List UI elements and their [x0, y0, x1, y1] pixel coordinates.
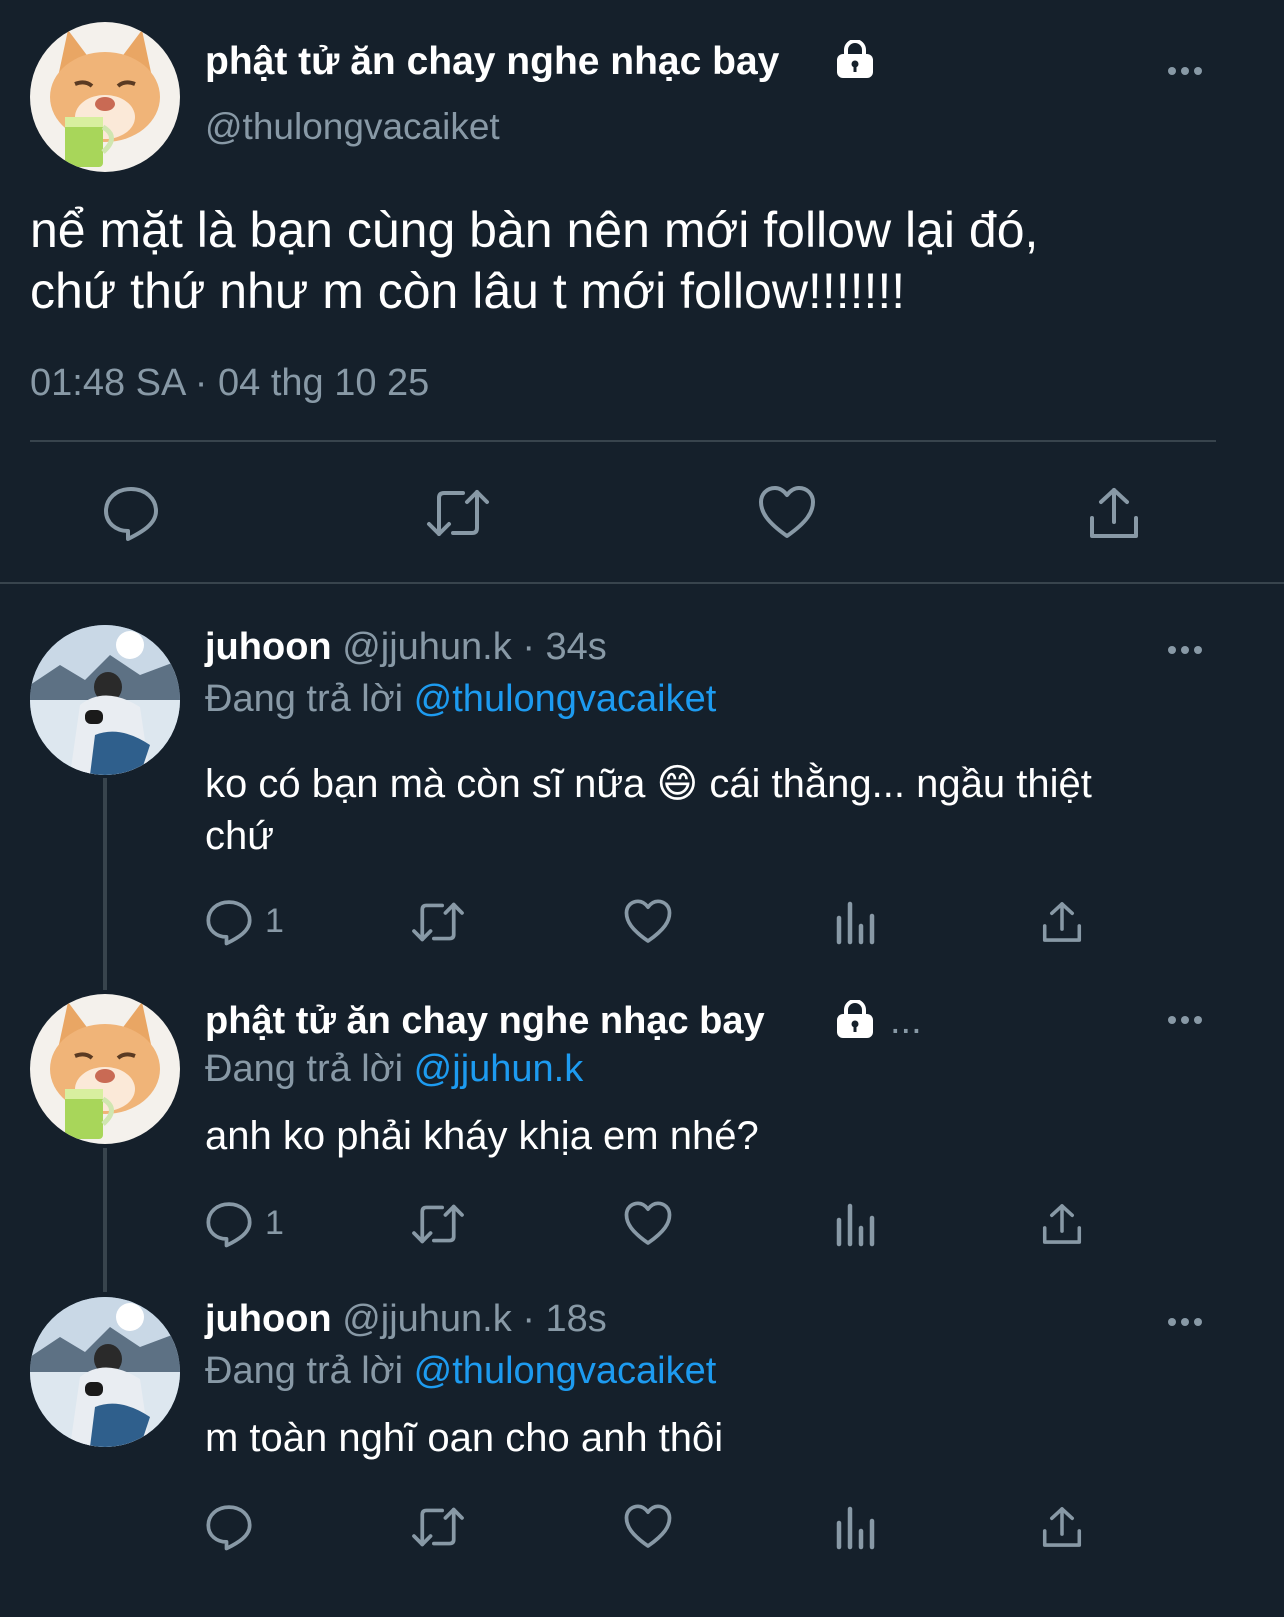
- reply-action-bar: [205, 1503, 1105, 1551]
- analytics-icon[interactable]: [835, 1200, 875, 1248]
- reply-header: phật tử ăn chay nghe nhạc bay: [205, 1000, 765, 1043]
- thread-line: [103, 778, 107, 990]
- share-icon[interactable]: [1040, 898, 1084, 946]
- reply-text: anh ko phải kháy khịa em nhé?: [205, 1114, 759, 1158]
- more-options-icon[interactable]: [1168, 1318, 1202, 1326]
- retweet-icon[interactable]: [410, 1200, 466, 1248]
- main-tweet-avatar[interactable]: [30, 22, 180, 172]
- analytics-icon[interactable]: [835, 1503, 875, 1551]
- lock-icon: [835, 1000, 875, 1040]
- main-tweet-text: nể mặt là bạn cùng bàn nên mới follow lạ…: [30, 202, 1039, 319]
- mention-link[interactable]: @jjuhun.k: [414, 1048, 584, 1090]
- reply-icon[interactable]: [205, 1503, 253, 1551]
- reply-display-name[interactable]: juhoon: [205, 626, 332, 668]
- reply-text: m toàn nghĩ oan cho anh thôi: [205, 1416, 724, 1460]
- more-options-icon[interactable]: [1168, 67, 1202, 75]
- more-options-icon[interactable]: [1168, 1016, 1202, 1024]
- replying-to: Đang trả lời @jjuhun.k: [205, 1048, 584, 1090]
- reply-count: 1: [265, 1204, 284, 1242]
- reply-icon[interactable]: [205, 898, 253, 946]
- reply-count: 1: [265, 902, 284, 940]
- retweet-icon[interactable]: [410, 1503, 466, 1551]
- replying-to: Đang trả lời @thulongvacaiket: [205, 1350, 717, 1392]
- reply-handle[interactable]: @jjuhun.k: [342, 626, 512, 668]
- main-tweet-display-name[interactable]: phật tử ăn chay nghe nhạc bay: [205, 40, 779, 84]
- reply-avatar[interactable]: [30, 994, 180, 1144]
- analytics-icon[interactable]: [835, 898, 875, 946]
- retweet-icon[interactable]: [410, 898, 466, 946]
- lock-icon: [835, 40, 875, 80]
- reply-avatar[interactable]: [30, 625, 180, 775]
- divider: [30, 440, 1216, 442]
- reply-icon[interactable]: [205, 1200, 253, 1248]
- reply-avatar[interactable]: [30, 1297, 180, 1447]
- reply-header: juhoon @jjuhun.k · 34s: [205, 626, 607, 669]
- reply-time[interactable]: · 18s: [522, 1298, 606, 1340]
- grinning-emoji: 😄: [656, 762, 699, 806]
- reply-action-bar: 1: [205, 1200, 1105, 1248]
- main-tweet-timestamp[interactable]: 01:48 SA · 04 thg 10 25: [30, 362, 429, 405]
- reply-text: ko có bạn mà còn sĩ nữa 😄 cái thằng... n…: [205, 762, 1092, 858]
- retweet-icon[interactable]: [425, 484, 491, 542]
- share-icon[interactable]: [1086, 484, 1142, 542]
- mention-link[interactable]: @thulongvacaiket: [414, 1350, 717, 1392]
- mention-link[interactable]: @thulongvacaiket: [414, 678, 717, 720]
- reply-icon[interactable]: [102, 484, 160, 542]
- reply-display-name[interactable]: phật tử ăn chay nghe nhạc bay: [205, 1000, 765, 1042]
- reply-display-name[interactable]: juhoon: [205, 1298, 332, 1340]
- reply-time[interactable]: · 34s: [522, 626, 606, 668]
- reply-header: juhoon @jjuhun.k · 18s: [205, 1298, 607, 1341]
- like-icon[interactable]: [757, 484, 817, 542]
- share-icon[interactable]: [1040, 1503, 1084, 1551]
- like-icon[interactable]: [623, 898, 673, 946]
- like-icon[interactable]: [623, 1503, 673, 1551]
- like-icon[interactable]: [623, 1200, 673, 1248]
- reply-action-bar: 1: [205, 898, 1105, 946]
- reply-handle[interactable]: @jjuhun.k: [342, 1298, 512, 1340]
- replying-to: Đang trả lời @thulongvacaiket: [205, 678, 717, 720]
- divider: [0, 582, 1284, 584]
- thread-line: [103, 1148, 107, 1292]
- more-options-icon[interactable]: [1168, 646, 1202, 654]
- truncation-ellipsis: ...: [890, 1000, 922, 1042]
- share-icon[interactable]: [1040, 1200, 1084, 1248]
- main-tweet-handle[interactable]: @thulongvacaiket: [205, 106, 500, 148]
